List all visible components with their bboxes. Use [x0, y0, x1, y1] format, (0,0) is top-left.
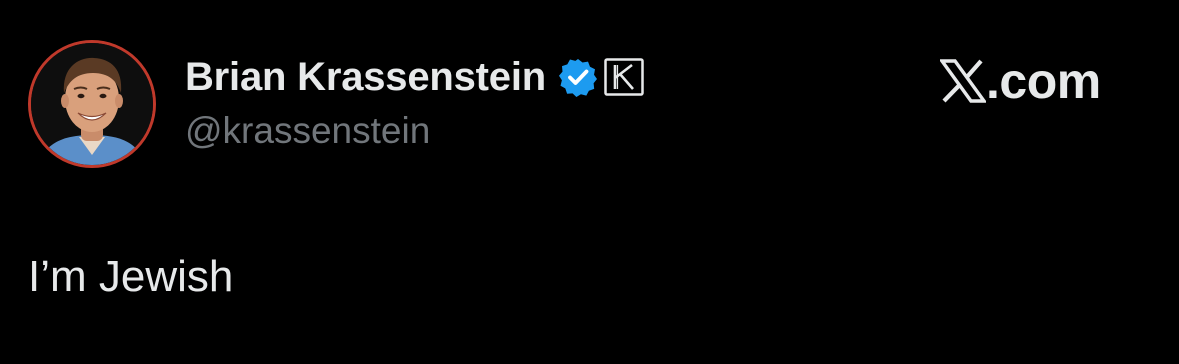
brand-domain-text: .com — [986, 53, 1101, 109]
author-name-row: Brian Krassenstein — [185, 52, 644, 102]
author-display-name[interactable]: Brian Krassenstein — [185, 55, 546, 100]
x-logo-icon — [938, 59, 988, 103]
affiliate-k-badge-icon[interactable] — [604, 57, 644, 97]
avatar-photo — [31, 43, 153, 165]
verified-badge-icon[interactable] — [558, 57, 598, 97]
brand-logo: .com — [938, 52, 1101, 110]
tweet-text: I’m Jewish — [28, 252, 234, 301]
author-handle[interactable]: @krassenstein — [185, 110, 430, 152]
tweet-card: Brian Krassenstein @krassenstein .com I’… — [0, 0, 1179, 364]
avatar[interactable] — [28, 40, 156, 168]
